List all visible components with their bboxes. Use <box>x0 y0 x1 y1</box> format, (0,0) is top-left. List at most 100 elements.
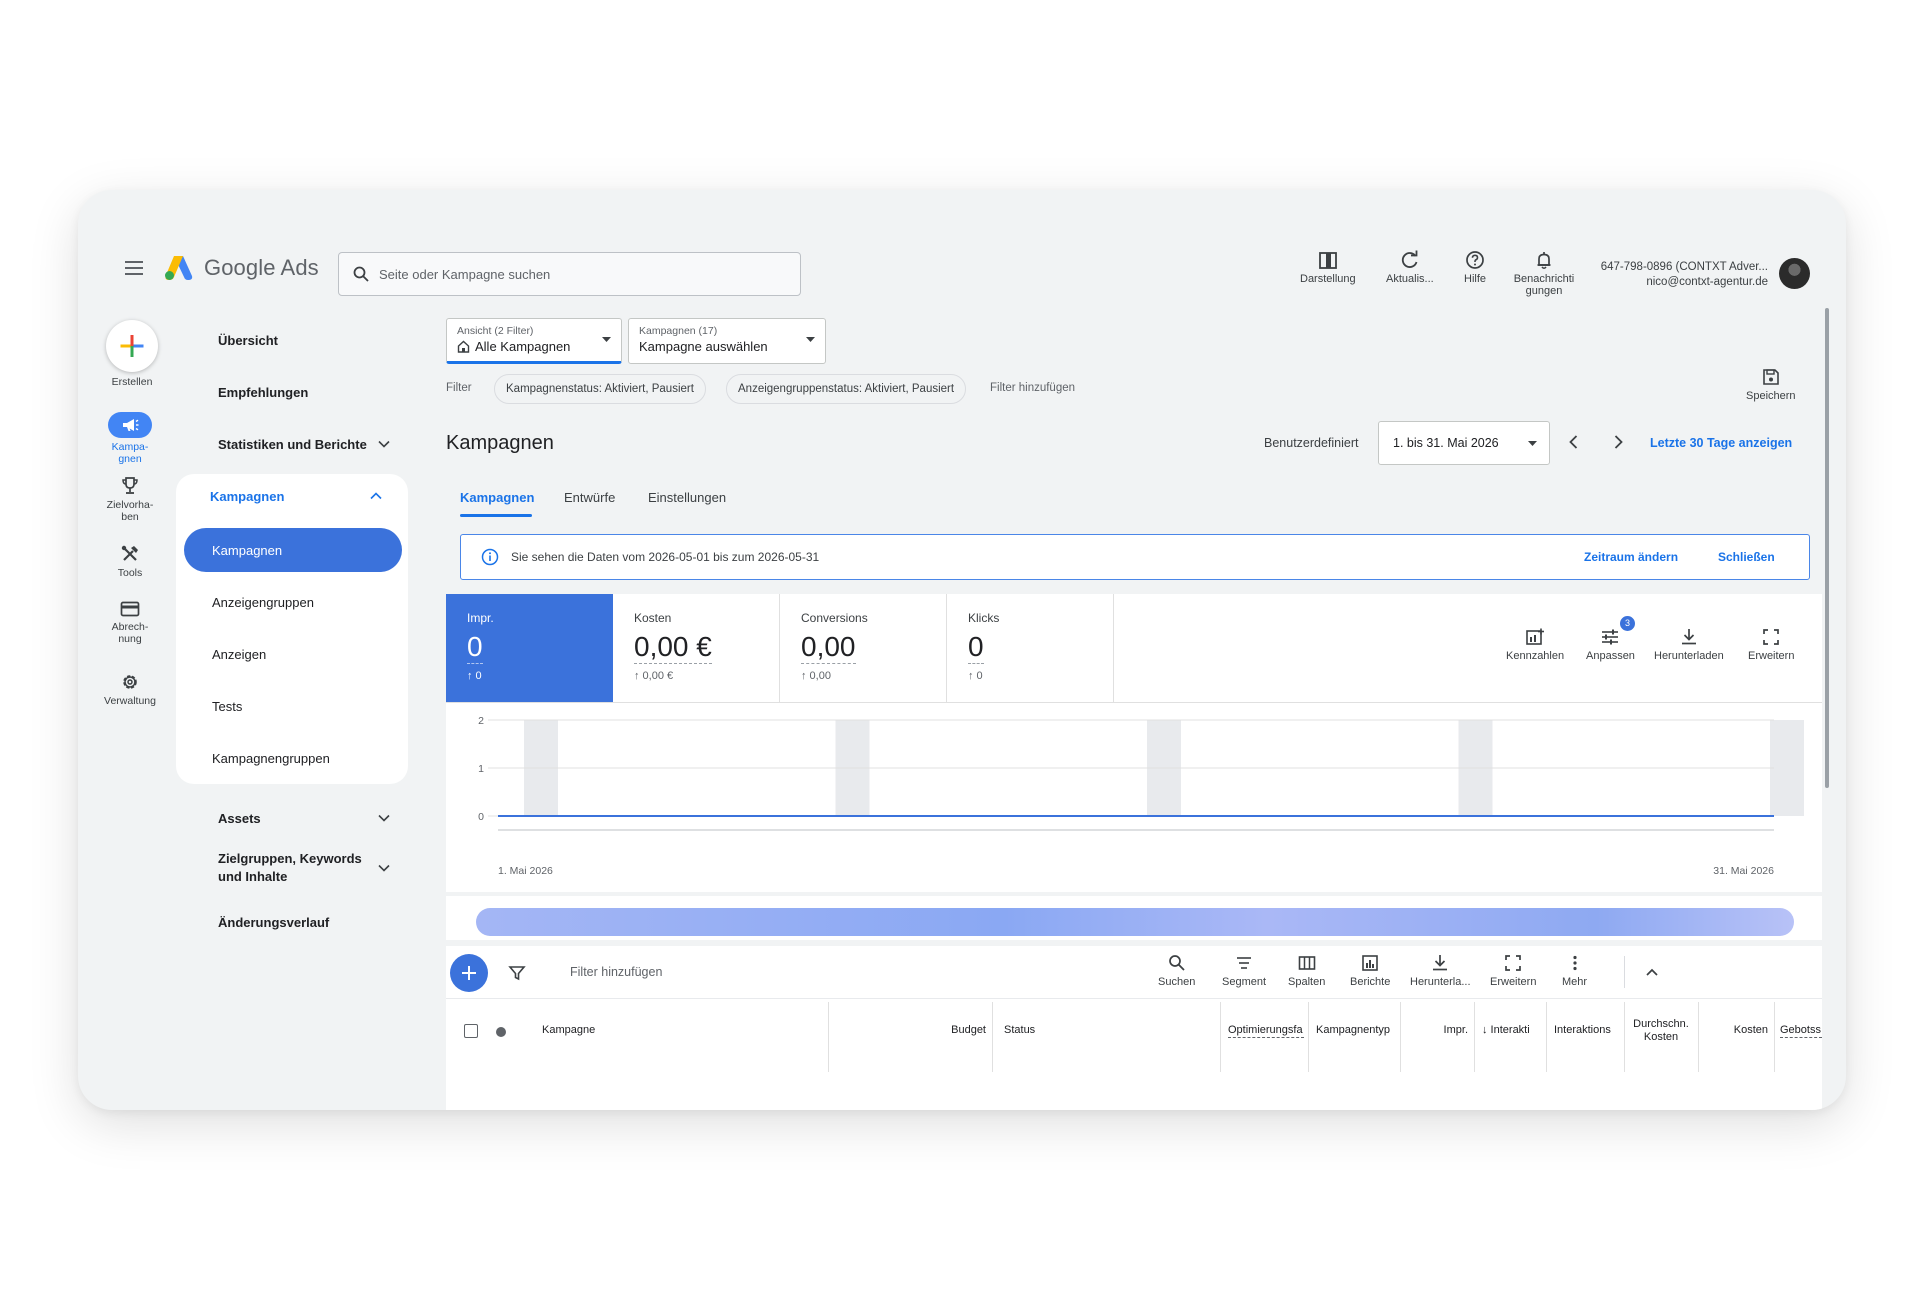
tab-settings[interactable]: Einstellungen <box>648 490 726 505</box>
th-campaign-type[interactable]: Kampagnentyp <box>1316 1024 1396 1037</box>
gear-icon <box>123 675 137 689</box>
metric-cost[interactable]: Kosten 0,00 € ↑ 0,00 € <box>613 594 780 702</box>
appearance-button[interactable]: Darstellung <box>1300 250 1356 285</box>
th-budget[interactable]: Budget <box>926 1024 986 1037</box>
nav-sub-adgroups[interactable]: Anzeigengruppen <box>184 580 402 624</box>
rail-admin[interactable]: Verwaltung <box>92 672 168 707</box>
nav-statistics[interactable]: Statistiken und Berichte <box>198 424 410 464</box>
chart-add-icon <box>1526 628 1545 645</box>
campaign-dropdown-value: Kampagne auswählen <box>639 339 768 354</box>
metric-cost-label: Kosten <box>634 611 672 625</box>
metric-conversions[interactable]: Conversions 0,00 ↑ 0,00 <box>780 594 947 702</box>
rail-campaigns[interactable]: Kampa-gnen <box>92 412 168 465</box>
notifications-button[interactable]: Benachrichti gungen <box>1509 250 1579 297</box>
view-dropdown[interactable]: Ansicht (2 Filter) Alle Kampagnen <box>446 318 622 364</box>
th-campaign[interactable]: Kampagne <box>542 1024 595 1037</box>
campaign-dropdown[interactable]: Kampagnen (17) Kampagne auswählen <box>628 318 826 364</box>
filter-chip-campaign-status[interactable]: Kampagnenstatus: Aktiviert, Pausiert <box>494 374 706 404</box>
nav-sub-campaign-groups-label: Kampagnengruppen <box>212 750 330 766</box>
th-interactions[interactable]: ↓ Interakti <box>1482 1024 1540 1037</box>
collapse-table-button[interactable] <box>1644 964 1660 980</box>
nav-audiences[interactable]: Zielgruppen, Keywords und Inhalte <box>198 840 410 896</box>
nav-assets-label: Assets <box>218 810 261 826</box>
add-campaign-button[interactable] <box>450 954 488 992</box>
refresh-button[interactable]: Aktualis... <box>1386 250 1434 285</box>
search-input[interactable] <box>379 266 759 282</box>
nav-campaigns-header[interactable]: Kampagnen <box>190 476 402 516</box>
range-slider[interactable] <box>476 908 1794 936</box>
rail-billing[interactable]: Abrech-nung <box>92 600 168 645</box>
table-expand-button[interactable]: Erweitern <box>1490 954 1536 988</box>
metric-cost-value: 0,00 € <box>634 631 712 664</box>
last-30-days-link[interactable]: Letzte 30 Tage anzeigen <box>1650 436 1792 450</box>
chevron-right-icon <box>1614 435 1623 449</box>
th-status[interactable]: Status <box>1004 1024 1035 1037</box>
customize-button[interactable]: Anpassen 3 <box>1586 616 1635 662</box>
table-more-button[interactable]: Mehr <box>1562 954 1587 988</box>
table-download-button[interactable]: Herunterla... <box>1410 954 1471 988</box>
nav-sub-tests[interactable]: Tests <box>184 684 402 728</box>
nav-sub-campaigns[interactable]: Kampagnen <box>184 528 402 572</box>
download-chart-button[interactable]: Herunterladen <box>1654 628 1724 662</box>
metric-conversions-label: Conversions <box>801 611 868 625</box>
table-segment-button[interactable]: Segment <box>1222 954 1266 988</box>
fullscreen-icon <box>1505 955 1522 971</box>
customize-badge: 3 <box>1620 616 1635 631</box>
bell-icon <box>1537 252 1551 269</box>
th-interaction-rate[interactable]: Interaktions <box>1554 1024 1620 1037</box>
avatar[interactable] <box>1779 258 1810 289</box>
x-start-label: 1. Mai 2026 <box>498 865 553 877</box>
expand-chart-button[interactable]: Erweitern <box>1748 628 1794 662</box>
chevron-down-icon <box>378 440 390 448</box>
date-range-picker[interactable]: 1. bis 31. Mai 2026 <box>1378 421 1550 465</box>
date-mode-label: Benutzerdefiniert <box>1264 436 1359 450</box>
metric-clicks[interactable]: Klicks 0 ↑ 0 <box>947 594 1114 702</box>
nav-sub-ads[interactable]: Anzeigen <box>184 632 402 676</box>
nav-overview[interactable]: Übersicht <box>198 320 410 360</box>
th-optimization[interactable]: Optimierungsfa <box>1228 1024 1304 1038</box>
th-bid-strategy[interactable]: Gebotss <box>1780 1024 1822 1038</box>
table-search-button[interactable]: Suchen <box>1158 954 1195 988</box>
tab-campaigns[interactable]: Kampagnen <box>460 490 534 505</box>
filter-chip-adgroup-status[interactable]: Anzeigengruppenstatus: Aktiviert, Pausie… <box>726 374 967 404</box>
create-button[interactable] <box>106 320 158 372</box>
nav-recommendations[interactable]: Empfehlungen <box>198 372 410 412</box>
th-avg-cost[interactable]: Durchschn. Kosten <box>1630 1018 1692 1044</box>
rail-goals[interactable]: Zielvorha-ben <box>92 476 168 523</box>
menu-icon[interactable] <box>116 250 152 286</box>
nav-change-history[interactable]: Änderungsverlauf <box>198 902 410 942</box>
metric-impressions[interactable]: Impr. 0 ↑ 0 <box>446 594 613 702</box>
tools-icon <box>121 545 138 561</box>
table-columns-button[interactable]: Spalten <box>1288 954 1325 988</box>
table-reports-button[interactable]: Berichte <box>1350 954 1390 988</box>
search-box[interactable] <box>338 252 801 296</box>
chevron-down-icon <box>378 864 390 872</box>
th-impressions[interactable]: Impr. <box>1428 1024 1468 1037</box>
help-button[interactable]: Hilfe <box>1464 250 1486 285</box>
nav-assets[interactable]: Assets <box>198 798 410 838</box>
select-all-checkbox[interactable] <box>464 1024 478 1038</box>
close-banner-link[interactable]: Schließen <box>1718 550 1775 564</box>
tab-drafts[interactable]: Entwürfe <box>564 490 615 505</box>
save-button[interactable]: Speichern <box>1746 368 1796 402</box>
trophy-icon <box>122 477 138 494</box>
help-icon <box>1466 251 1484 269</box>
date-next-button[interactable] <box>1608 432 1628 452</box>
account-info[interactable]: 647-798-0896 (CONTXT Adver... nico@contx… <box>1601 260 1768 290</box>
add-filter-link[interactable]: Filter hinzufügen <box>990 382 1075 394</box>
table-add-filter[interactable]: Filter hinzufügen <box>570 965 662 979</box>
th-cost[interactable]: Kosten <box>1716 1024 1768 1037</box>
metrics-button[interactable]: Kennzahlen <box>1506 628 1564 662</box>
date-prev-button[interactable] <box>1564 432 1584 452</box>
table-columns-label: Spalten <box>1288 976 1326 988</box>
more-vert-icon <box>1572 955 1577 971</box>
nav-sub-campaign-groups[interactable]: Kampagnengruppen <box>184 736 402 780</box>
filter-button[interactable] <box>508 964 526 982</box>
change-range-link[interactable]: Zeitraum ändern <box>1584 550 1678 564</box>
vertical-scrollbar[interactable] <box>1825 308 1829 788</box>
rail-tools[interactable]: Tools <box>92 544 168 579</box>
col-divider <box>1774 1002 1775 1072</box>
nav-change-history-label: Änderungsverlauf <box>218 914 330 930</box>
chevron-up-icon <box>370 492 382 500</box>
google-ads-logo[interactable]: Google Ads <box>164 252 319 284</box>
